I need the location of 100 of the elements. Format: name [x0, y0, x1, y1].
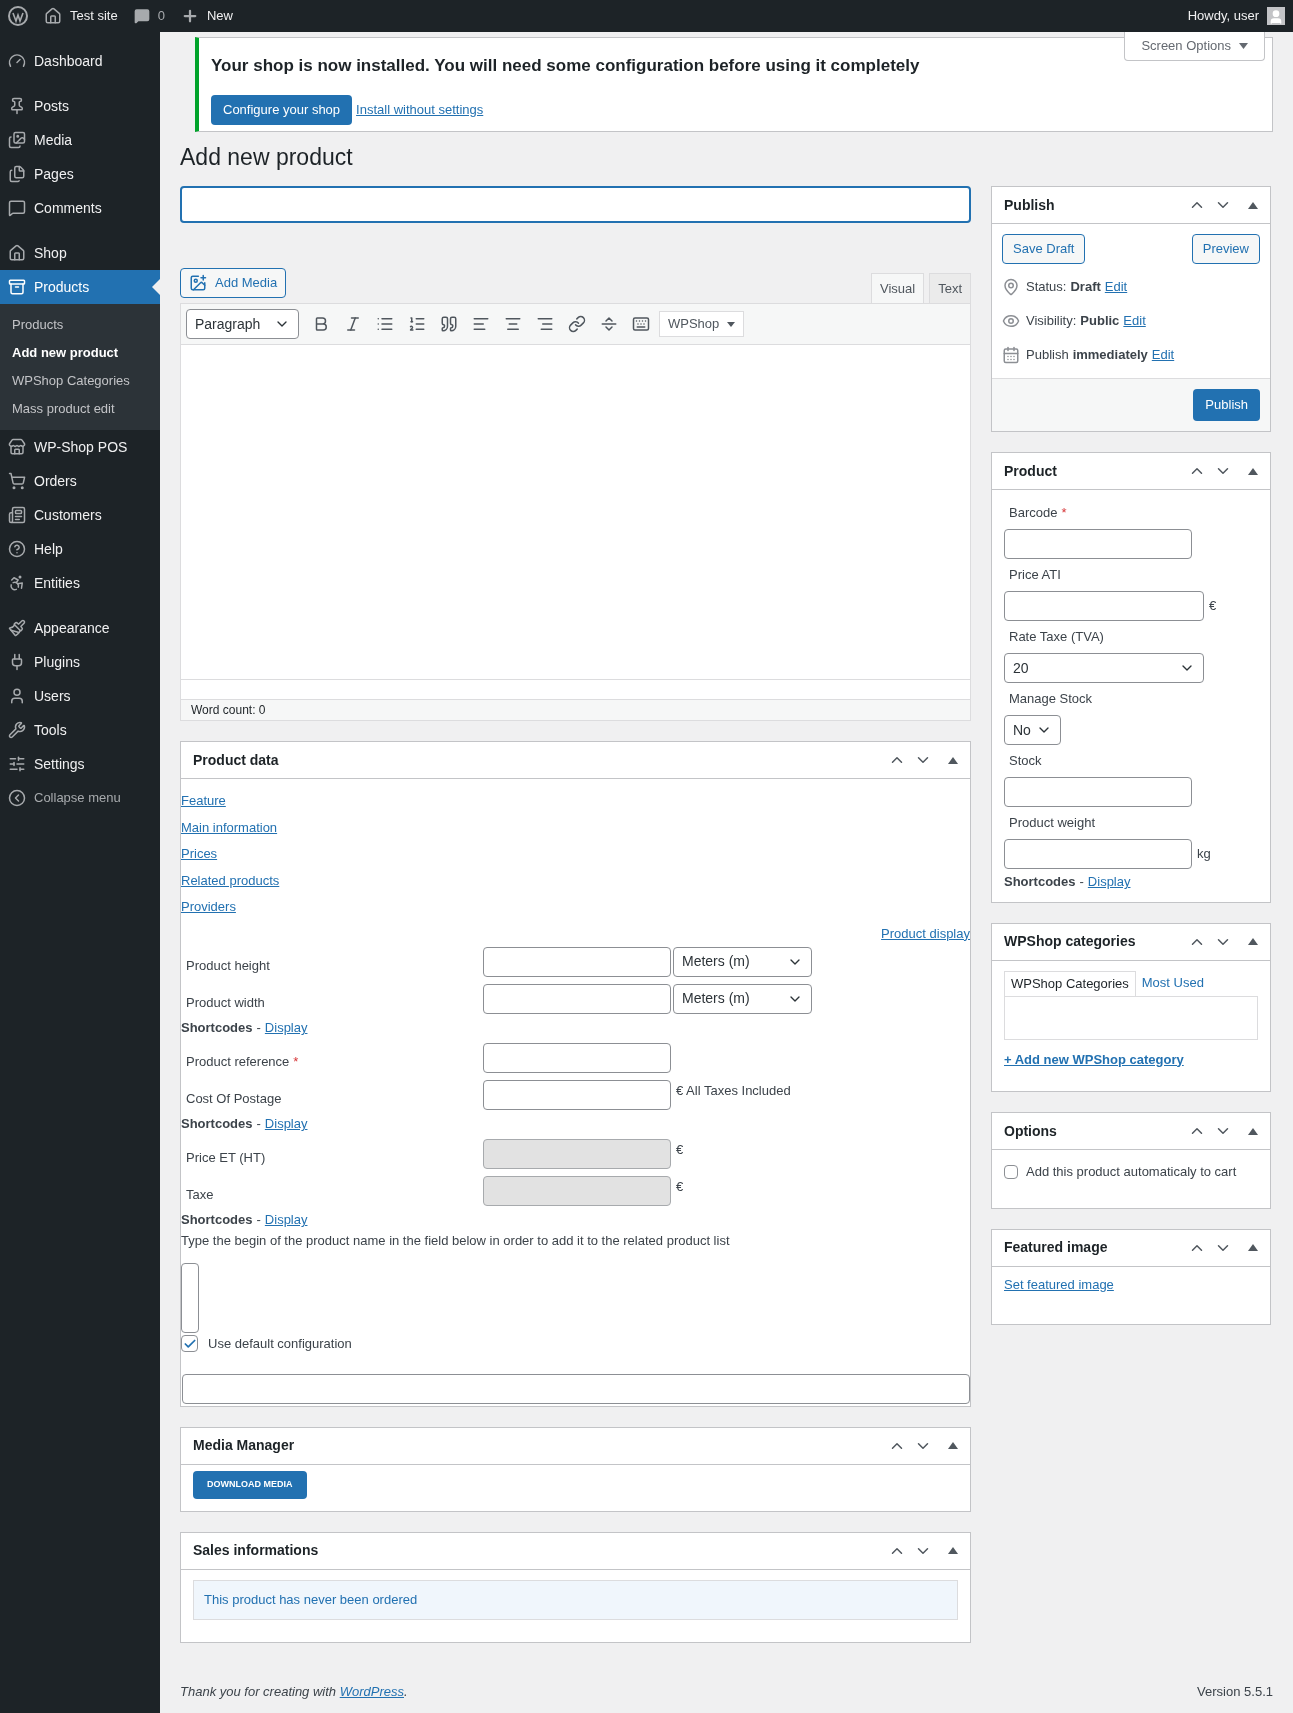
input-field[interactable] — [1004, 777, 1192, 807]
panel-title: Featured image — [1004, 1238, 1109, 1257]
menu-item[interactable]: Media — [0, 123, 160, 157]
collapse-toggle-icon[interactable] — [948, 1442, 958, 1449]
dropdown[interactable]: Meters (m) — [673, 946, 812, 977]
menu-item[interactable]: Shop — [0, 236, 160, 270]
set-featured-image-link[interactable]: Set featured image — [1004, 1276, 1114, 1292]
menu-item[interactable]: Users — [0, 679, 160, 713]
collapse-toggle-icon[interactable] — [948, 756, 958, 764]
download-media-button[interactable]: DOWNLOAD MEDIA — [193, 1470, 307, 1499]
wpshop-dropdown[interactable]: WPShop — [659, 311, 745, 337]
textarea-field[interactable] — [181, 1262, 199, 1333]
menu-item[interactable]: Plugins — [0, 645, 160, 679]
editor-tab[interactable]: Visual — [870, 273, 925, 303]
menu-item[interactable]: Posts — [0, 89, 160, 123]
install-link[interactable]: Install without settings — [356, 99, 484, 120]
pages-icon — [8, 165, 26, 183]
unit-text: € — [676, 1141, 684, 1159]
input-field[interactable] — [483, 946, 671, 977]
save-draft-button[interactable]: Save Draft — [1002, 234, 1086, 264]
menu-item[interactable]: Products — [0, 270, 160, 304]
submenu-item[interactable]: Add new product — [0, 339, 160, 367]
display-link[interactable]: Display — [264, 1114, 308, 1134]
checkbox[interactable] — [1004, 1164, 1018, 1179]
section-link[interactable]: Providers — [181, 897, 236, 917]
new-link[interactable]: New — [206, 6, 233, 26]
menu-item[interactable]: WP-Shop POS — [0, 430, 160, 464]
menu-item[interactable]: Orders — [0, 464, 160, 498]
menu-item[interactable]: Help — [0, 532, 160, 566]
panel-title: Product — [1004, 461, 1058, 481]
section-link[interactable]: Feature — [181, 791, 226, 811]
input-field[interactable] — [1004, 591, 1204, 621]
dropdown[interactable]: Paragraph — [186, 309, 299, 339]
publish-meta-value: immediately — [1072, 346, 1148, 365]
comment-count[interactable]: 0 — [157, 6, 165, 26]
title-field[interactable] — [180, 186, 971, 223]
display-link[interactable]: Display — [264, 1210, 308, 1230]
menu-item[interactable]: Settings — [0, 747, 160, 781]
collapse-icon — [8, 789, 26, 807]
menu-item[interactable]: Tools — [0, 713, 160, 747]
panel-title: WPShop categories — [1004, 932, 1137, 951]
section-link[interactable]: Related products — [181, 870, 280, 890]
unit-text: kg — [1197, 845, 1211, 864]
input-field[interactable] — [182, 1373, 970, 1404]
required-asterisk: * — [293, 1053, 299, 1069]
wordpress-link[interactable]: WordPress — [339, 1683, 404, 1699]
category-tab[interactable]: Most Used — [1135, 970, 1210, 996]
edit-link[interactable]: Edit — [1104, 277, 1128, 297]
edit-link[interactable]: Edit — [1151, 345, 1175, 365]
field-label: Rate Taxe (TVA) — [1008, 628, 1105, 647]
collapse-toggle-icon[interactable] — [948, 1547, 958, 1554]
checkbox[interactable] — [181, 1335, 198, 1352]
add-category-link[interactable]: + Add new WPShop category — [1004, 1049, 1258, 1069]
input-field[interactable] — [483, 1079, 671, 1110]
submenu-item[interactable]: Mass product edit — [0, 395, 160, 423]
site-link[interactable]: Test site — [70, 6, 118, 26]
screen-options-button[interactable]: Screen Options — [1124, 32, 1265, 61]
menu-item[interactable]: Appearance — [0, 611, 160, 645]
section-link[interactable]: Main information — [181, 817, 278, 837]
display-link[interactable]: Display — [1087, 872, 1131, 892]
separator-dash: - — [256, 1019, 261, 1038]
input-field[interactable] — [483, 983, 671, 1014]
publish-meta-label: Status: — [1026, 278, 1067, 297]
greeting[interactable]: Howdy, user — [1187, 6, 1259, 26]
product-display-link[interactable]: Product display — [881, 923, 970, 943]
section-link[interactable]: Prices — [181, 844, 218, 864]
dropdown[interactable]: Meters (m) — [673, 983, 812, 1014]
display-link[interactable]: Display — [264, 1018, 308, 1038]
word-count-bar: Word count: 0 — [181, 699, 970, 720]
preview-button[interactable]: Preview — [1191, 234, 1260, 264]
edit-link[interactable]: Edit — [1123, 311, 1146, 331]
notice-message: Your shop is now installed. You will need some configuration before using it completely — [211, 55, 921, 77]
input-field[interactable] — [1004, 839, 1192, 869]
panel-title: Product data — [193, 750, 280, 770]
input-field[interactable] — [1004, 529, 1192, 559]
collapse-toggle-icon[interactable] — [1248, 938, 1258, 945]
menu-item[interactable]: Entities — [0, 566, 160, 600]
collapse-menu-button[interactable]: Collapse menu — [0, 781, 160, 815]
dropdown[interactable]: No — [1004, 715, 1061, 745]
collapse-toggle-icon[interactable] — [1248, 201, 1258, 209]
menu-item[interactable]: Comments — [0, 191, 160, 225]
submenu-item[interactable]: Products — [0, 311, 160, 339]
collapse-toggle-icon[interactable] — [1248, 1127, 1258, 1135]
publish-meta-label: Publish — [1026, 346, 1069, 365]
checkbox-label: Add this product automaticaly to cart — [1026, 1163, 1237, 1181]
user-icon — [8, 687, 26, 705]
editor-tab[interactable]: Text — [929, 273, 971, 303]
input-field[interactable] — [483, 1042, 671, 1073]
add-media-button[interactable]: Add Media — [180, 268, 287, 298]
collapse-toggle-icon[interactable] — [1248, 467, 1258, 475]
category-tab[interactable]: WPShop Categories — [1004, 970, 1136, 996]
dropdown[interactable]: 20 — [1004, 653, 1204, 683]
publish-button[interactable]: Publish — [1193, 389, 1260, 421]
menu-item[interactable]: Pages — [0, 157, 160, 191]
collapse-toggle-icon[interactable] — [1248, 1244, 1258, 1251]
submenu-item[interactable]: WPShop Categories — [0, 367, 160, 395]
menu-item[interactable]: Dashboard — [0, 44, 160, 78]
menu-item[interactable]: Customers — [0, 498, 160, 532]
logo-icon[interactable] — [8, 6, 28, 26]
configure-shop-button[interactable]: Configure your shop — [211, 94, 353, 125]
